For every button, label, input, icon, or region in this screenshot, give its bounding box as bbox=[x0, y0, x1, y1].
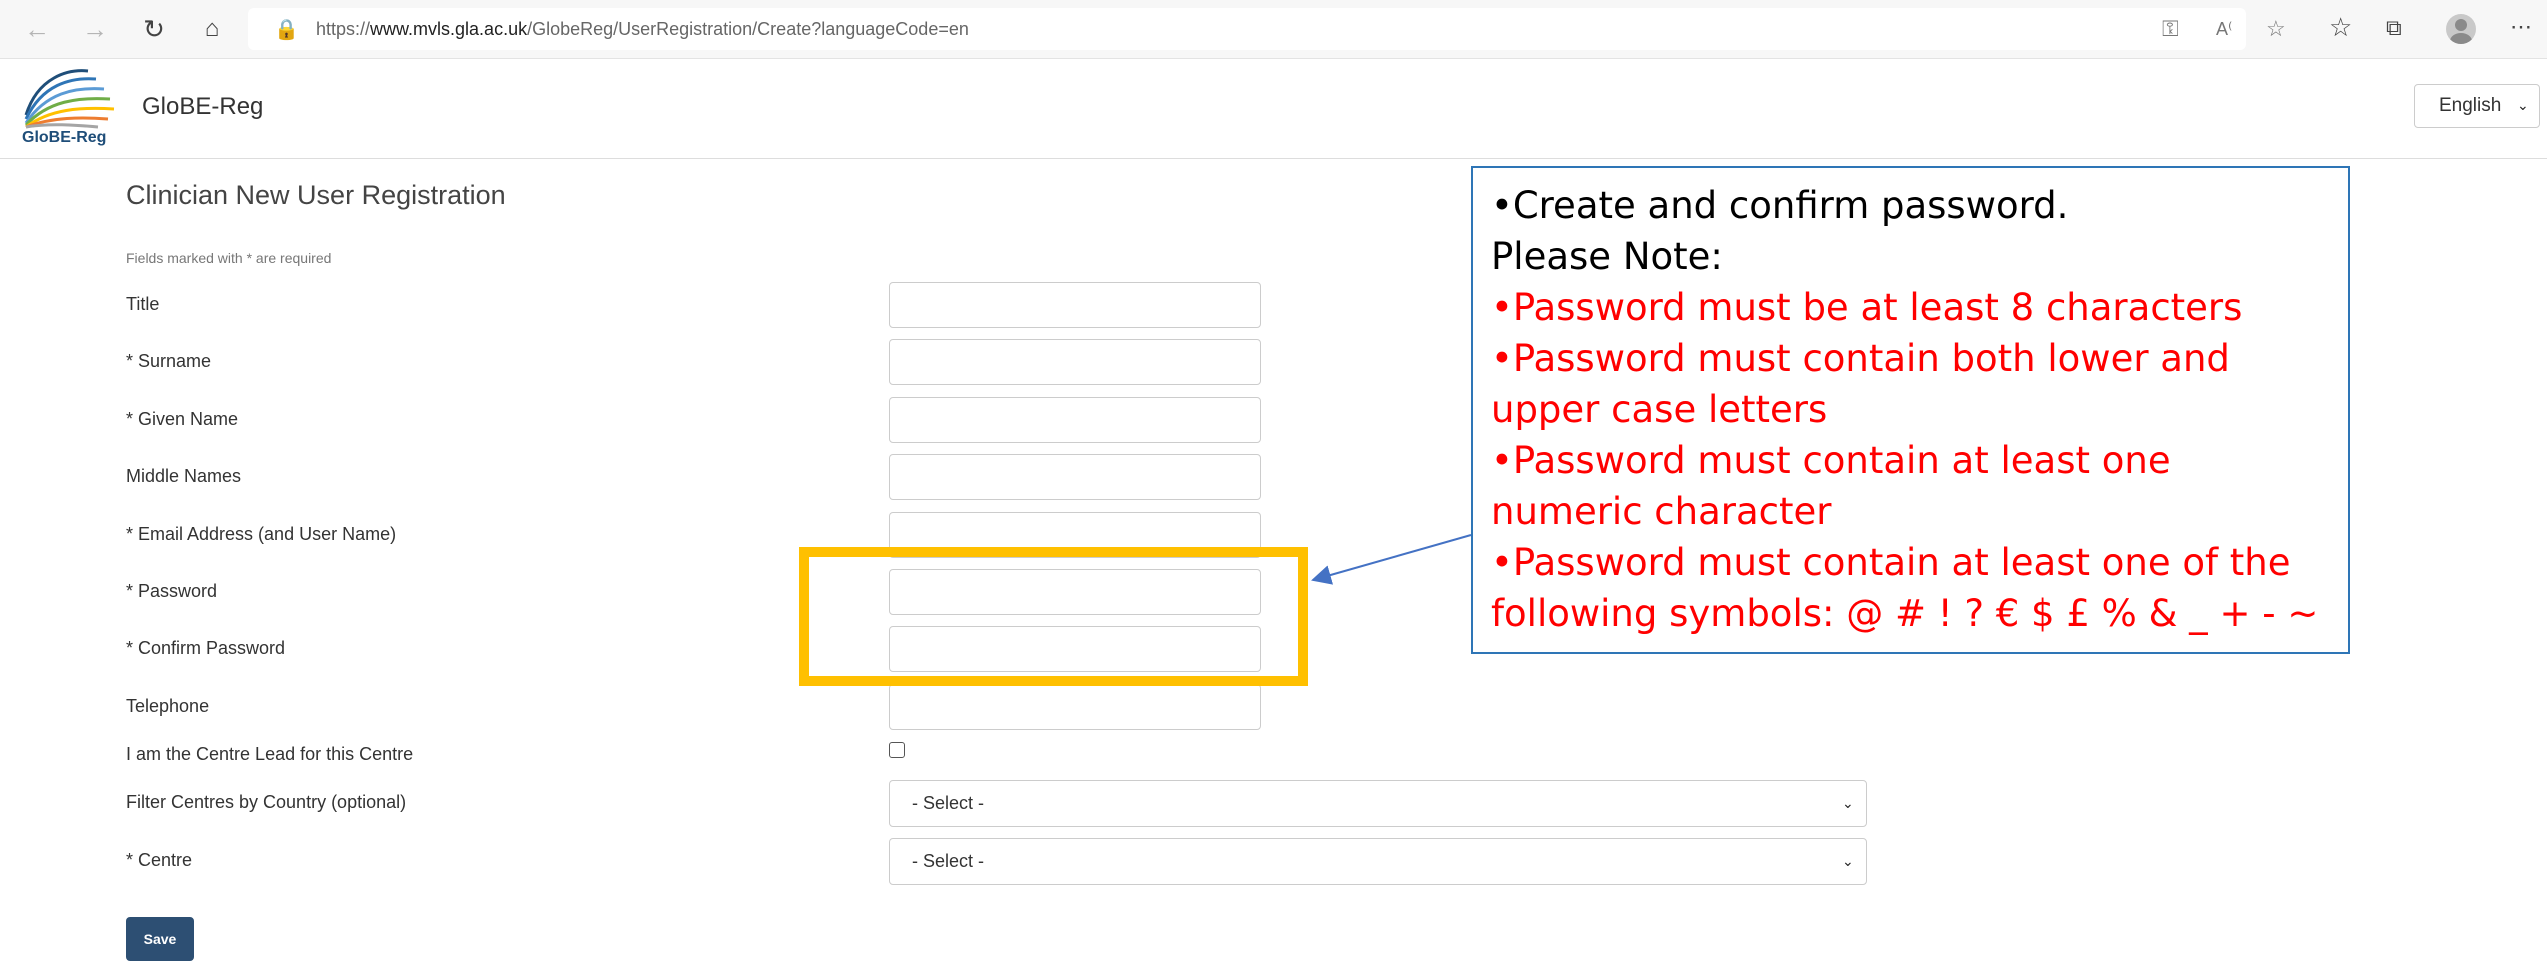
callout-rule: upper case letters bbox=[1491, 388, 1828, 431]
password-highlight-box bbox=[799, 547, 1308, 686]
callout-rule: •Password must be at least 8 characters bbox=[1491, 286, 2243, 329]
given-name-label: * Given Name bbox=[126, 409, 239, 429]
telephone-label: Telephone bbox=[126, 696, 210, 716]
password-rules-callout: •Create and confirm password. Please Not… bbox=[1471, 166, 2350, 654]
callout-rule: •Password must contain at least one of t… bbox=[1491, 541, 2291, 584]
key-icon[interactable]: ⚿ bbox=[2162, 16, 2179, 42]
language-select[interactable]: English ⌄ bbox=[2414, 84, 2540, 128]
email-label: * Email Address (and User Name) bbox=[126, 524, 397, 544]
country-select-value: - Select - bbox=[912, 793, 985, 813]
more-icon[interactable]: ⋯ bbox=[2510, 14, 2532, 40]
site-header: GloBE-Reg GloBE-Reg English ⌄ bbox=[0, 59, 2547, 159]
language-value: English bbox=[2439, 95, 2502, 116]
chevron-down-icon: ⌄ bbox=[1842, 853, 1854, 869]
filter-country-label: Filter Centres by Country (optional) bbox=[126, 792, 407, 812]
address-bar[interactable]: 🔒 https://www.mvls.gla.ac.uk/GlobeReg/Us… bbox=[248, 8, 2286, 50]
callout-rule: •Password must contain both lower and bbox=[1491, 337, 2230, 380]
required-note: Fields marked with * are required bbox=[126, 250, 332, 266]
browser-toolbar: ← → ↻ ⌂ 🔒 https://www.mvls.gla.ac.uk/Glo… bbox=[0, 0, 2547, 59]
title-input[interactable] bbox=[889, 282, 1261, 328]
collections-icon[interactable]: ⧉ bbox=[2386, 15, 2402, 41]
favorite-add-icon[interactable]: ☆ bbox=[2266, 16, 2286, 42]
callout-line: Please Note: bbox=[1491, 235, 1723, 278]
favorites-icon[interactable]: ☆ bbox=[2329, 12, 2352, 43]
save-button[interactable]: Save bbox=[126, 917, 194, 961]
page-title: Clinician New User Registration bbox=[126, 180, 506, 210]
chevron-down-icon: ⌄ bbox=[1842, 795, 1854, 811]
surname-input[interactable] bbox=[889, 339, 1261, 385]
centre-select-value: - Select - bbox=[912, 851, 985, 871]
logo-text: GloBE-Reg bbox=[22, 129, 107, 146]
refresh-icon[interactable]: ↻ bbox=[139, 14, 169, 44]
lock-icon[interactable]: 🔒 bbox=[274, 17, 299, 42]
middle-names-label: Middle Names bbox=[126, 466, 242, 486]
centre-label: * Centre bbox=[126, 850, 193, 870]
read-aloud-icon[interactable]: A⁽ bbox=[2216, 19, 2232, 40]
home-icon[interactable]: ⌂ bbox=[197, 14, 227, 44]
callout-rule: numeric character bbox=[1491, 490, 1832, 533]
given-name-input[interactable] bbox=[889, 397, 1261, 443]
centre-select[interactable]: - Select - ⌄ bbox=[889, 838, 1867, 885]
centre-lead-label: I am the Centre Lead for this Centre bbox=[126, 744, 414, 764]
callout-line: •Create and confirm password. bbox=[1491, 184, 2069, 227]
country-select[interactable]: - Select - ⌄ bbox=[889, 780, 1867, 827]
title-label: Title bbox=[126, 294, 160, 314]
confirm-password-label: * Confirm Password bbox=[126, 638, 286, 658]
brand-title[interactable]: GloBE-Reg bbox=[142, 93, 263, 121]
callout-rule: following symbols: @ # ! ? € $ £ % & _ +… bbox=[1491, 592, 2319, 635]
callout-rule: •Password must contain at least one bbox=[1491, 439, 2171, 482]
middle-names-input[interactable] bbox=[889, 454, 1261, 500]
url-text[interactable]: https://www.mvls.gla.ac.uk/GlobeReg/User… bbox=[316, 19, 969, 40]
surname-label: * Surname bbox=[126, 351, 212, 371]
password-label: * Password bbox=[126, 581, 218, 601]
forward-icon[interactable]: → bbox=[80, 14, 110, 44]
chevron-down-icon: ⌄ bbox=[2517, 97, 2529, 113]
back-icon[interactable]: ← bbox=[22, 14, 52, 44]
centre-lead-checkbox[interactable] bbox=[889, 742, 905, 758]
telephone-input[interactable] bbox=[889, 684, 1261, 730]
profile-icon[interactable] bbox=[2446, 14, 2476, 44]
